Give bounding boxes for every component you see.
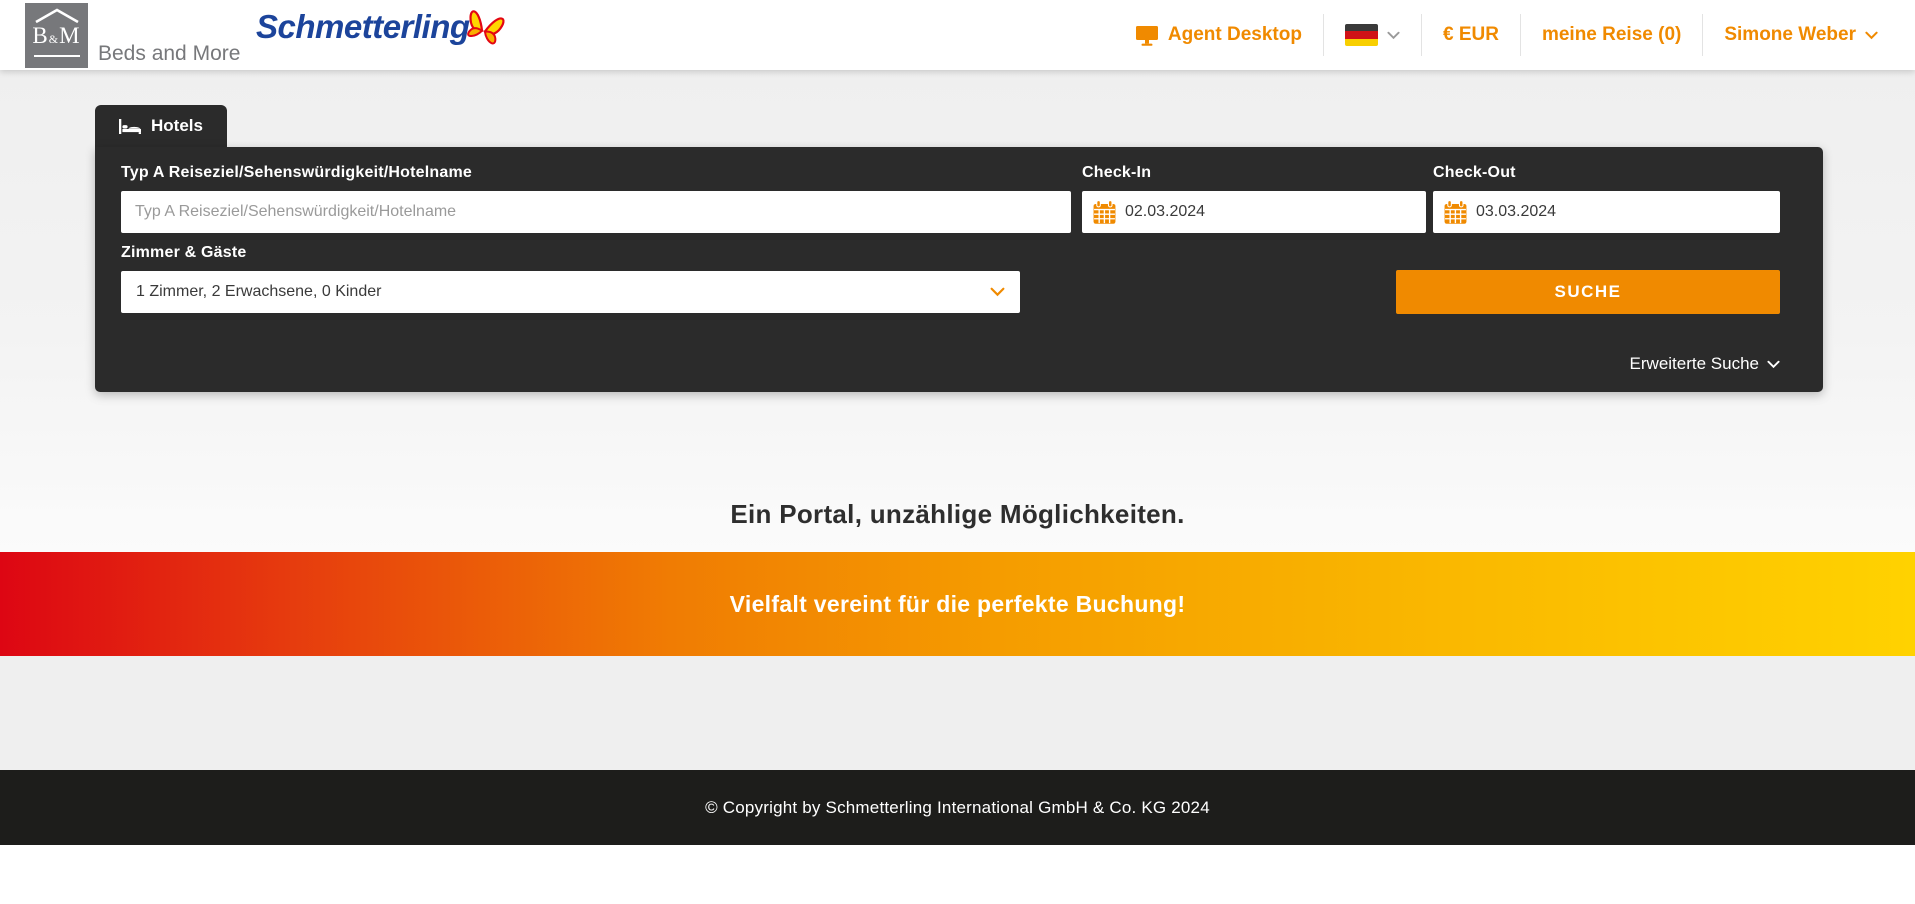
brand-wordmark: Schmetterling bbox=[256, 8, 470, 46]
footer: © Copyright by Schmetterling Internation… bbox=[0, 770, 1915, 845]
check-out-field[interactable]: 03.03.2024 bbox=[1433, 191, 1780, 233]
currency-label: € EUR bbox=[1443, 24, 1499, 46]
calendar-icon bbox=[1092, 200, 1117, 225]
check-in-field[interactable]: 02.03.2024 bbox=[1082, 191, 1426, 233]
bed-icon bbox=[119, 119, 141, 134]
chevron-down-icon bbox=[1767, 360, 1780, 369]
currency-selector[interactable]: € EUR bbox=[1422, 24, 1520, 46]
chevron-down-icon bbox=[1865, 31, 1878, 40]
promo-banner-text: Vielfalt vereint für die perfekte Buchun… bbox=[730, 591, 1186, 618]
chevron-down-icon bbox=[1387, 31, 1400, 40]
logo-underline bbox=[34, 55, 80, 57]
page: B&M Beds and More Schmetterling bbox=[0, 0, 1915, 904]
check-out-label: Check-Out bbox=[1433, 164, 1516, 182]
bm-monogram: B&M bbox=[32, 24, 80, 51]
advanced-search-toggle[interactable]: Erweiterte Suche bbox=[1630, 354, 1780, 374]
lower-background bbox=[0, 656, 1915, 770]
german-flag-icon bbox=[1345, 24, 1378, 46]
tab-hotels[interactable]: Hotels bbox=[95, 105, 227, 147]
destination-label: Typ A Reiseziel/Sehenswürdigkeit/Hotelna… bbox=[121, 164, 472, 182]
check-in-label: Check-In bbox=[1082, 164, 1151, 182]
copyright-text: © Copyright by Schmetterling Internation… bbox=[705, 798, 1210, 818]
search-button[interactable]: SUCHE bbox=[1396, 270, 1780, 314]
my-trip-label: meine Reise (0) bbox=[1542, 24, 1681, 46]
user-name: Simone Weber bbox=[1724, 24, 1856, 46]
advanced-search-label: Erweiterte Suche bbox=[1630, 354, 1759, 374]
rooms-guests-select[interactable]: 1 Zimmer, 2 Erwachsene, 0 Kinder bbox=[121, 271, 1020, 313]
promo-banner: Vielfalt vereint für die perfekte Buchun… bbox=[0, 552, 1915, 656]
monitor-icon bbox=[1135, 25, 1159, 46]
header-nav: Agent Desktop € EUR meine Reise (0) Simo… bbox=[1114, 0, 1899, 70]
hotel-search-panel: Hotels Typ A Reiseziel/Sehenswürdigkeit/… bbox=[95, 105, 1823, 392]
beds-and-more-logo[interactable]: B&M bbox=[25, 3, 88, 68]
my-trip-link[interactable]: meine Reise (0) bbox=[1521, 24, 1702, 46]
agent-desktop-label: Agent Desktop bbox=[1168, 24, 1302, 46]
roof-icon bbox=[34, 8, 80, 23]
rooms-guests-value: 1 Zimmer, 2 Erwachsene, 0 Kinder bbox=[136, 283, 381, 301]
user-menu[interactable]: Simone Weber bbox=[1703, 24, 1899, 46]
chevron-down-icon bbox=[990, 287, 1005, 297]
agent-desktop-link[interactable]: Agent Desktop bbox=[1114, 24, 1323, 46]
header: B&M Beds and More Schmetterling bbox=[0, 0, 1915, 70]
rooms-guests-label: Zimmer & Gäste bbox=[121, 244, 247, 262]
check-in-value: 02.03.2024 bbox=[1125, 203, 1205, 221]
page-headline: Ein Portal, unzählige Möglichkeiten. bbox=[0, 499, 1915, 530]
check-out-value: 03.03.2024 bbox=[1476, 203, 1556, 221]
beds-and-more-label: Beds and More bbox=[98, 42, 240, 66]
calendar-icon bbox=[1443, 200, 1468, 225]
language-selector[interactable] bbox=[1324, 24, 1421, 46]
butterfly-icon bbox=[460, 1, 506, 45]
destination-input[interactable] bbox=[121, 191, 1071, 233]
schmetterling-logo[interactable]: Schmetterling bbox=[256, 8, 506, 46]
search-form: Typ A Reiseziel/Sehenswürdigkeit/Hotelna… bbox=[95, 147, 1823, 392]
tab-hotels-label: Hotels bbox=[151, 116, 203, 136]
